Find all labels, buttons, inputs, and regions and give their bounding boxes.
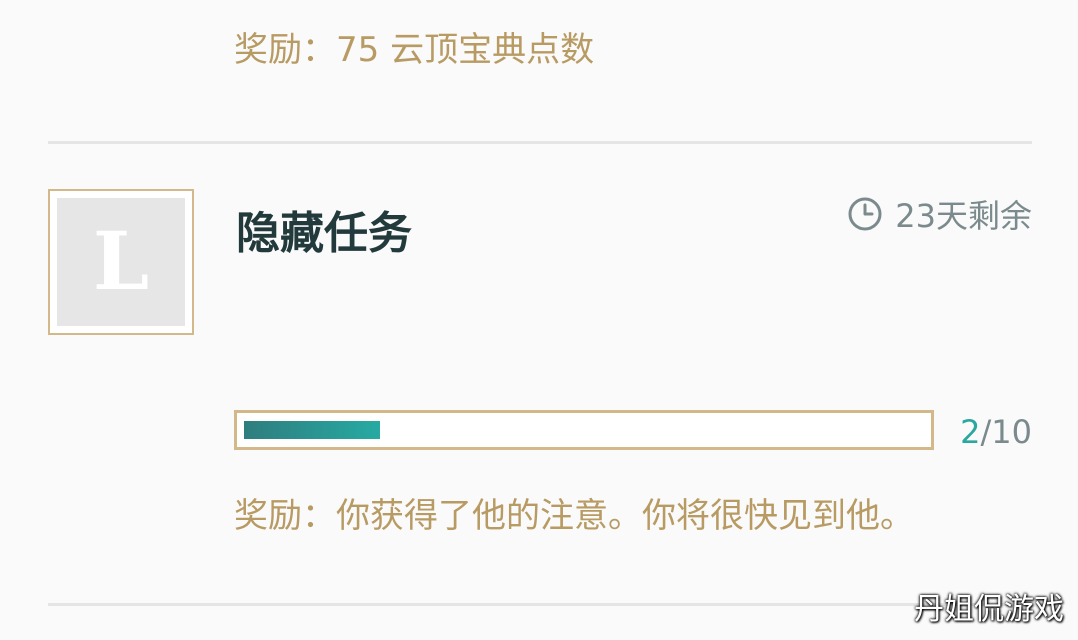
progress-current: 2 <box>960 413 981 451</box>
mission-icon-letter: L <box>92 214 150 308</box>
clock-icon <box>848 197 882 231</box>
watermark: 丹姐侃游戏 <box>914 592 1064 627</box>
divider <box>48 141 1032 144</box>
progress-separator: / <box>980 413 992 451</box>
progress-bar <box>234 410 934 450</box>
mission-icon: L <box>48 189 194 335</box>
mission-reward: 奖励：你获得了他的注意。你将很快见到他。 <box>234 496 914 536</box>
mission-title: 隐藏任务 <box>236 208 412 259</box>
previous-mission-reward: 奖励：75 云顶宝典点数 <box>234 30 595 70</box>
progress-count: 2/10 <box>960 412 1032 452</box>
mission-icon-tile: L <box>57 198 185 326</box>
progress-total: 10 <box>991 413 1032 451</box>
time-remaining-label: 23天剩余 <box>895 197 1032 235</box>
time-remaining: 23天剩余 <box>847 194 1032 235</box>
progress-fill <box>244 421 380 439</box>
divider <box>48 603 1032 606</box>
